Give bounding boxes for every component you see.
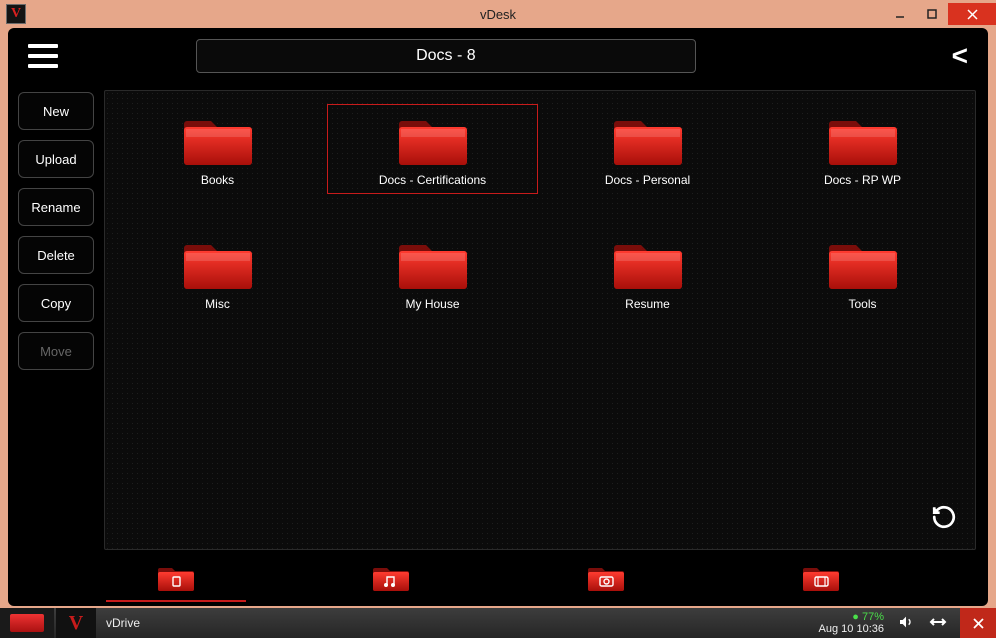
menu-button[interactable]: [28, 44, 58, 68]
path-display[interactable]: Docs - 8: [196, 39, 696, 73]
folder-label: Books: [201, 173, 234, 187]
app-window: Docs - 8 < New Upload Rename Delete Copy…: [8, 28, 988, 606]
tab-music[interactable]: [291, 563, 491, 599]
folder-item[interactable]: Docs - RP WP: [760, 107, 965, 191]
copy-button[interactable]: Copy: [18, 284, 94, 322]
close-button[interactable]: [948, 3, 996, 25]
window-controls: [884, 3, 996, 25]
delete-button[interactable]: Delete: [18, 236, 94, 274]
folder-label: Resume: [625, 297, 670, 311]
window-title: vDesk: [0, 7, 996, 22]
folder-label: My House: [405, 297, 459, 311]
folder-item[interactable]: Books: [115, 107, 320, 191]
bottom-tabs: [8, 556, 988, 606]
taskbar-app-icon[interactable]: [0, 608, 54, 638]
folder-item[interactable]: Misc: [115, 231, 320, 315]
move-button[interactable]: Move: [18, 332, 94, 370]
app-icon: V: [6, 4, 26, 24]
os-titlebar: V vDesk: [0, 0, 996, 28]
taskbar-app-name: vDrive: [106, 616, 140, 630]
back-button[interactable]: <: [952, 40, 968, 72]
minimize-button[interactable]: [884, 3, 916, 25]
folder-item[interactable]: Tools: [760, 231, 965, 315]
folder-label: Misc: [205, 297, 230, 311]
sidebar: New Upload Rename Delete Copy Move: [8, 84, 104, 556]
volume-icon[interactable]: [896, 614, 916, 633]
folder-label: Docs - Certifications: [379, 173, 486, 187]
maximize-button[interactable]: [916, 3, 948, 25]
tab-camera[interactable]: [506, 563, 706, 599]
content-row: New Upload Rename Delete Copy Move Books: [8, 84, 988, 556]
tab-doc[interactable]: [76, 563, 276, 599]
folder-item[interactable]: Resume: [545, 231, 750, 315]
folder-item[interactable]: My House: [330, 231, 535, 315]
taskbar-v-icon[interactable]: V: [56, 608, 96, 638]
upload-button[interactable]: Upload: [18, 140, 94, 178]
taskbar: V vDrive ● 77% Aug 10 10:36: [0, 608, 996, 638]
folder-item[interactable]: Docs - Personal: [545, 107, 750, 191]
new-button[interactable]: New: [18, 92, 94, 130]
battery-status: ● 77% Aug 10 10:36: [819, 611, 884, 635]
folder-item[interactable]: Docs - Certifications: [330, 107, 535, 191]
taskbar-close-button[interactable]: [960, 608, 996, 638]
expand-icon[interactable]: [928, 616, 948, 631]
folder-label: Docs - RP WP: [824, 173, 901, 187]
tab-video[interactable]: [721, 563, 921, 599]
rename-button[interactable]: Rename: [18, 188, 94, 226]
folder-label: Tools: [848, 297, 876, 311]
folder-label: Docs - Personal: [605, 173, 690, 187]
top-bar: Docs - 8 <: [8, 28, 988, 84]
refresh-button[interactable]: [931, 504, 957, 535]
folder-grid-area[interactable]: Books Docs - Certifications Docs - Perso…: [104, 90, 976, 550]
